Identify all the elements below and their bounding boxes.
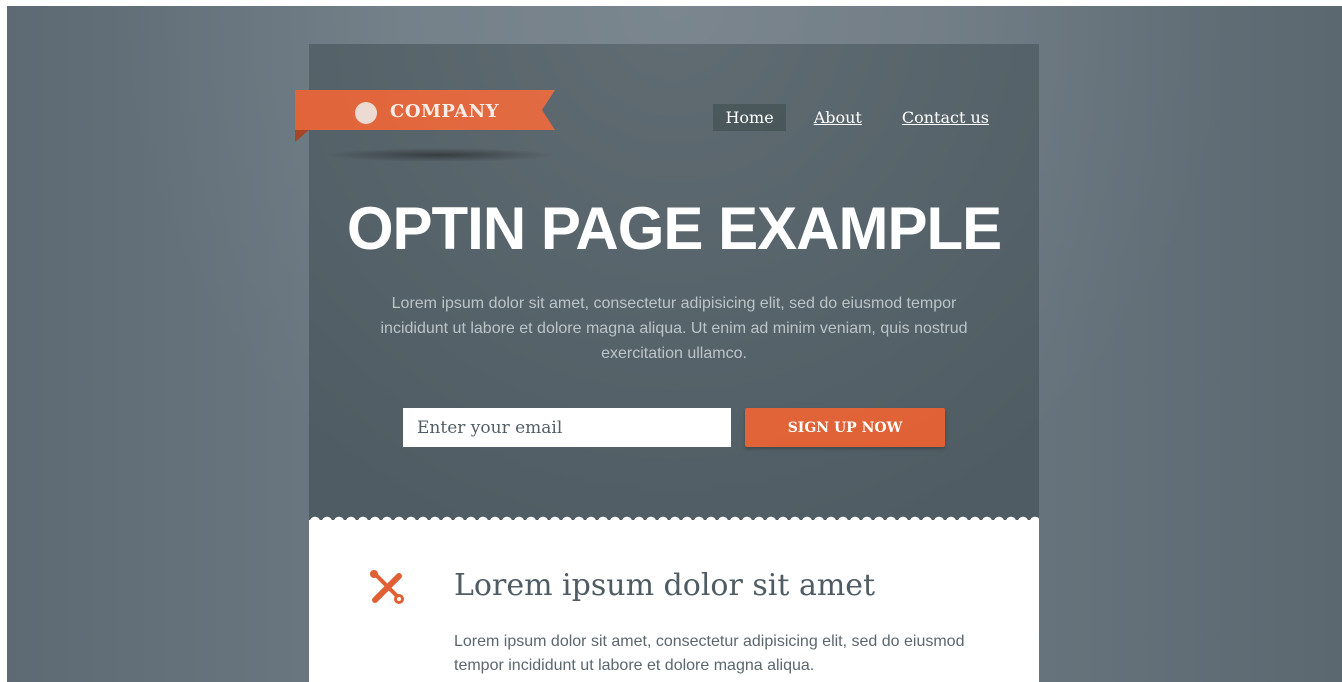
main-nav: Home About Contact us [713,104,1001,131]
tools-icon [370,570,404,604]
nav-about[interactable]: About [802,104,874,131]
feature-description: Lorem ipsum dolor sit amet, consectetur … [454,633,965,674]
optin-card: COMPANY Home About Contact us OPTIN PAGE… [295,44,1039,682]
company-name[interactable]: COMPANY [390,101,499,122]
ribbon-fold [295,130,309,142]
page-background: COMPANY Home About Contact us OPTIN PAGE… [7,6,1342,682]
logo-ribbon[interactable] [295,90,555,130]
nav-home[interactable]: Home [713,104,786,131]
hero-description: Lorem ipsum dolor sit amet, consectetur … [380,295,968,362]
feature-section: Lorem ipsum dolor sit amet Lorem ipsum d… [309,512,1039,682]
logo-circle-icon [355,102,377,124]
feature-title: Lorem ipsum dolor sit amet [454,568,876,603]
sign-up-button[interactable]: SIGN UP NOW [745,408,945,447]
email-field[interactable] [403,408,731,447]
page-title: OPTIN PAGE EXAMPLE [346,195,1002,262]
ribbon-shadow [326,148,556,162]
scalloped-edge [309,512,1039,522]
nav-contact[interactable]: Contact us [890,104,1001,131]
